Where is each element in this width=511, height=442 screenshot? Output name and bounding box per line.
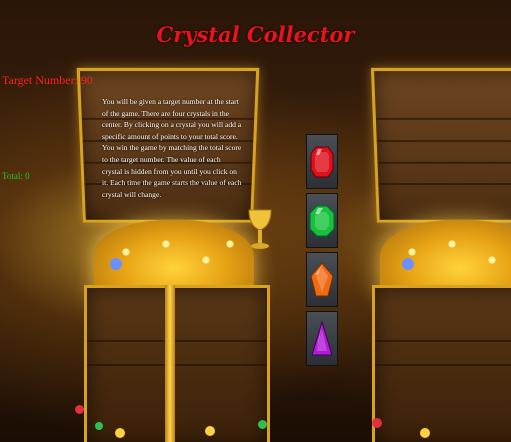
target-value: 90: [81, 73, 93, 87]
chest-lid: [371, 68, 511, 223]
jewel-decoration: [258, 420, 267, 429]
treasure-chest-right: [360, 60, 511, 442]
crystal-column: [306, 134, 338, 370]
orange-crystal-button[interactable]: [306, 252, 338, 307]
jewel-decoration: [95, 422, 103, 430]
red-crystal-icon: [310, 145, 334, 179]
red-crystal-button[interactable]: [306, 134, 338, 189]
jewel-decoration: [402, 258, 414, 270]
game-stage: Crystal Collector Target Number: 90 You …: [0, 0, 511, 442]
chest-band: [165, 285, 175, 442]
green-crystal-icon: [309, 204, 335, 238]
total-label: Total:: [2, 171, 25, 181]
game-title: Crystal Collector: [0, 22, 511, 47]
jewel-decoration: [372, 418, 382, 428]
total-value: 0: [25, 171, 30, 181]
jewel-decoration: [420, 428, 430, 438]
purple-crystal-icon: [311, 321, 333, 357]
chest-box: [372, 285, 511, 442]
total-score: Total: 0: [2, 171, 30, 181]
green-crystal-button[interactable]: [306, 193, 338, 248]
purple-crystal-button[interactable]: [306, 311, 338, 366]
jewel-decoration: [110, 258, 122, 270]
jewel-decoration: [115, 428, 125, 438]
goblet-icon: [247, 208, 273, 252]
jewel-decoration: [75, 405, 84, 414]
target-label: Target Number:: [2, 73, 81, 87]
instructions-text: You will be given a target number at the…: [102, 96, 242, 200]
target-number: Target Number: 90: [2, 73, 93, 88]
orange-crystal-icon: [310, 262, 334, 298]
chest-box: [84, 285, 270, 442]
jewel-decoration: [205, 426, 215, 436]
